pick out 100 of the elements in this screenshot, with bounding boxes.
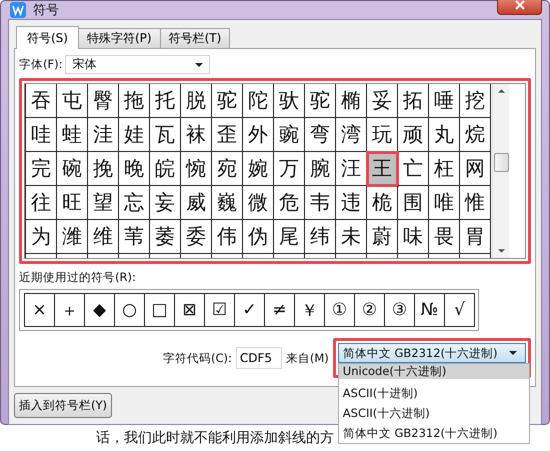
symbol-cell[interactable]: 往 [26,186,57,220]
scrollbar[interactable] [492,84,509,258]
recent-symbol[interactable]: ○ [114,293,145,327]
symbol-cell[interactable]: 洼 [88,118,119,152]
tab[interactable]: 特殊字符(P) [78,28,161,48]
symbol-cell[interactable]: 枉 [429,152,460,186]
recent-symbol[interactable]: ￥ [294,293,325,327]
symbol-cell[interactable]: 碗 [57,152,88,186]
recent-symbol[interactable]: ⊠ [174,293,205,327]
symbol-cell[interactable]: 巍 [212,186,243,220]
symbol-cell[interactable]: 萎 [150,220,181,254]
symbol-cell[interactable]: 驮 [274,84,305,118]
symbol-cell[interactable]: 皖 [150,152,181,186]
tab[interactable]: 符号(S) [16,26,79,49]
source-dropdown[interactable]: 简体中文 GB2312(十六进制) [338,343,526,363]
symbol-cell[interactable]: 惟 [460,186,491,220]
symbol-cell[interactable]: 宛 [212,152,243,186]
dropdown-option[interactable]: 简体中文 GB2312(十六进制) [338,423,529,443]
symbol-cell[interactable]: 臀 [88,84,119,118]
symbol-cell[interactable]: 唯 [429,186,460,220]
symbol-cell[interactable]: 拓 [398,84,429,118]
symbol-cell[interactable]: 旺 [57,186,88,220]
symbol-cell[interactable]: 味 [398,220,429,254]
symbol-cell[interactable]: 吞 [26,84,57,118]
symbol-cell[interactable]: 桅 [367,186,398,220]
insert-to-symbol-bar-button[interactable]: 插入到符号栏(Y) [14,393,112,418]
symbol-cell[interactable]: 屯 [57,84,88,118]
symbol-cell[interactable]: 危 [274,186,305,220]
char-code-field[interactable]: CDF5 [236,347,282,369]
symbol-cell[interactable]: 驼 [305,84,336,118]
symbol-cell[interactable]: 挽 [88,152,119,186]
symbol-cell[interactable]: 违 [336,186,367,220]
symbol-cell[interactable]: 瓦 [150,118,181,152]
symbol-cell[interactable]: 陀 [243,84,274,118]
recent-symbol[interactable]: № [414,293,445,327]
recent-symbol[interactable]: √ [444,293,475,327]
symbol-cell[interactable]: 惋 [181,152,212,186]
tab[interactable]: 符号栏(T) [160,28,230,48]
symbol-cell[interactable]: 歪 [212,118,243,152]
symbol-cell[interactable]: 望 [88,186,119,220]
symbol-cell[interactable]: 亡 [398,152,429,186]
symbol-cell[interactable]: 完 [26,152,57,186]
recent-symbol[interactable]: ◆ [84,293,115,327]
symbol-cell[interactable]: 哇 [26,118,57,152]
symbol-cell[interactable]: 潍 [57,220,88,254]
symbol-cell[interactable]: 妥 [367,84,398,118]
recent-symbol[interactable]: ② [354,293,385,327]
symbol-cell[interactable]: 忘 [119,186,150,220]
dropdown-option[interactable]: ASCII(十六进制) [338,403,529,423]
symbol-cell[interactable]: 畏 [429,220,460,254]
dropdown-option[interactable]: ASCII(十进制) [338,383,529,403]
symbol-cell[interactable]: 烷 [460,118,491,152]
symbol-cell[interactable]: 韦 [305,186,336,220]
dropdown-option[interactable]: Unicode(十六进制) [338,364,529,379]
symbol-cell[interactable]: 脱 [181,84,212,118]
symbol-cell[interactable]: 挖 [460,84,491,118]
recent-symbol[interactable]: ③ [384,293,415,327]
symbol-cell[interactable]: 豌 [274,118,305,152]
symbol-cell[interactable]: 袜 [181,118,212,152]
font-dropdown[interactable]: 宋体 [65,55,210,74]
recent-symbol[interactable]: ＋ [54,293,85,327]
symbol-cell[interactable]: 拖 [119,84,150,118]
symbol-cell[interactable]: 蔚 [367,220,398,254]
close-button[interactable] [497,0,542,14]
symbol-cell[interactable]: 晚 [119,152,150,186]
recent-symbol[interactable]: ✓ [234,293,265,327]
symbol-cell[interactable]: 娃 [119,118,150,152]
symbol-cell[interactable]: 湾 [336,118,367,152]
symbol-cell[interactable]: 网 [460,152,491,186]
symbol-cell[interactable]: 纬 [305,220,336,254]
symbol-cell[interactable]: 王 [367,152,398,186]
recent-symbol[interactable]: □ [144,293,175,327]
recent-symbol[interactable]: ① [324,293,355,327]
symbol-cell[interactable]: 椭 [336,84,367,118]
symbol-cell[interactable]: 委 [181,220,212,254]
symbol-cell[interactable]: 外 [243,118,274,152]
symbol-cell[interactable]: 托 [150,84,181,118]
symbol-cell[interactable]: 尾 [274,220,305,254]
symbol-cell[interactable]: 维 [88,220,119,254]
symbol-cell[interactable]: 驼 [212,84,243,118]
symbol-cell[interactable]: 苇 [119,220,150,254]
symbol-cell[interactable]: 威 [181,186,212,220]
recent-symbol[interactable]: × [24,293,55,327]
symbol-cell[interactable]: 胃 [460,220,491,254]
symbol-cell[interactable]: 妄 [150,186,181,220]
symbol-cell[interactable]: 唾 [429,84,460,118]
recent-symbol[interactable]: ☑ [204,293,235,327]
symbol-cell[interactable]: 婉 [243,152,274,186]
symbol-cell[interactable]: 为 [26,220,57,254]
symbol-cell[interactable]: 丸 [429,118,460,152]
symbol-cell[interactable]: 万 [274,152,305,186]
symbol-cell[interactable]: 腕 [305,152,336,186]
symbol-cell[interactable]: 围 [398,186,429,220]
symbol-cell[interactable]: 伟 [212,220,243,254]
symbol-cell[interactable]: 伪 [243,220,274,254]
symbol-cell[interactable]: 弯 [305,118,336,152]
symbol-cell[interactable]: 蛙 [57,118,88,152]
symbol-cell[interactable]: 未 [336,220,367,254]
recent-symbol[interactable]: ≠ [264,293,295,327]
symbol-cell[interactable]: 顽 [398,118,429,152]
